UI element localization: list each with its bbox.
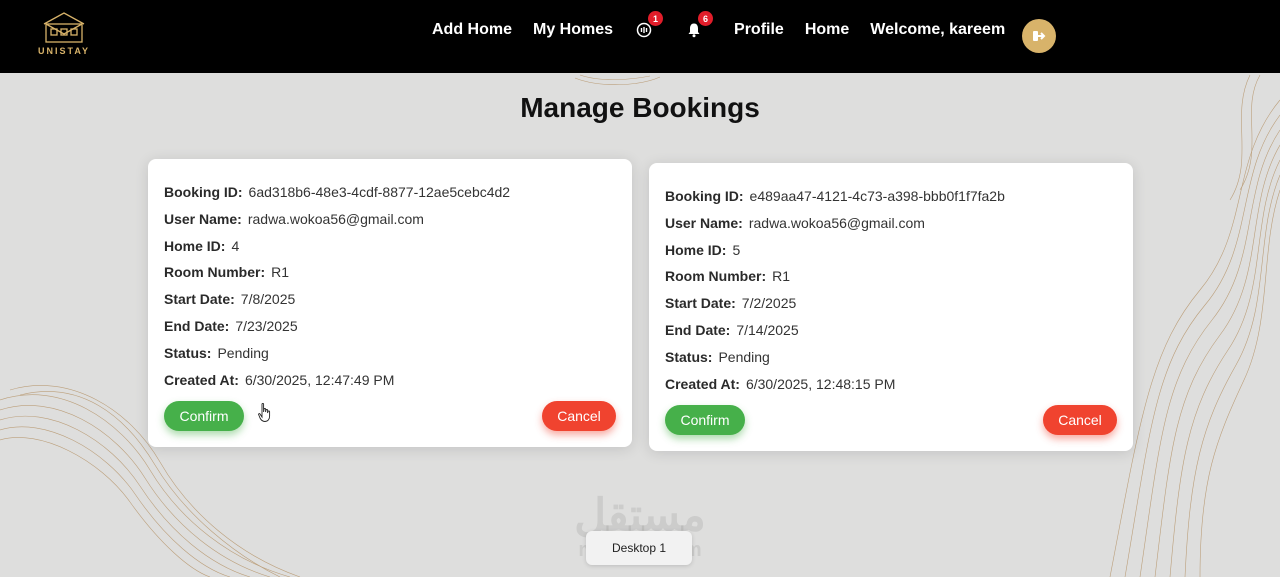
end-date-value: 7/14/2025 [736,321,799,338]
page-title: Manage Bookings [520,92,760,123]
start-date-value: 7/8/2025 [240,291,296,308]
booking-id-row: Booking ID: e489aa47-4121-4c73-a398-bbb0f… [665,187,1117,214]
confirm-button[interactable]: Confirm [665,405,745,435]
home-id-label: Home ID: [665,241,727,258]
status-label: Status: [665,348,713,365]
created-at-value: 6/30/2025, 12:48:15 PM [745,375,896,392]
end-date-label: End Date: [164,317,230,334]
room-number-label: Room Number: [665,268,767,285]
room-number-row: Room Number: R1 [665,267,1117,294]
booking-card: Booking ID: e489aa47-4121-4c73-a398-bbb0f… [649,163,1133,451]
nav-add-home[interactable]: Add Home [432,21,512,39]
status-row: Status: Pending [665,348,1117,375]
home-id-row: Home ID: 5 [665,241,1117,268]
end-date-row: End Date: 7/14/2025 [665,321,1117,348]
user-name-value: radwa.wokoa56@gmail.com [748,214,925,231]
start-date-row: Start Date: 7/2/2025 [665,294,1117,321]
home-id-value: 5 [732,241,741,258]
start-date-label: Start Date: [665,295,736,312]
created-at-label: Created At: [164,371,239,388]
user-name-label: User Name: [665,214,743,231]
house-logo-icon [43,12,85,43]
created-at-row: Created At: 6/30/2025, 12:48:15 PM [665,375,1117,402]
user-name-row: User Name: radwa.wokoa56@gmail.com [665,214,1117,241]
user-name-label: User Name: [164,210,242,227]
nav-my-homes[interactable]: My Homes [533,21,613,39]
status-value: Pending [217,344,269,361]
home-id-value: 4 [231,237,240,254]
room-number-value: R1 [772,268,791,285]
created-at-row: Created At: 6/30/2025, 12:47:49 PM [164,371,616,398]
brand-name: UNISTAY [37,46,90,56]
end-date-value: 7/23/2025 [235,317,298,334]
notifications-badge: 6 [698,11,714,26]
cancel-button[interactable]: Cancel [1043,405,1117,435]
nav-home[interactable]: Home [805,21,849,39]
booking-id-label: Booking ID: [164,184,243,200]
cancel-button[interactable]: Cancel [542,401,616,431]
user-name-row: User Name: radwa.wokoa56@gmail.com [164,210,616,237]
start-date-row: Start Date: 7/8/2025 [164,290,616,317]
logout-icon [1033,31,1046,41]
booking-card: Booking ID: 6ad318b6-48e3-4cdf-8877-12ae5… [148,159,632,447]
top-navbar: UNISTAY Add Home My Homes 1 6 Profile Ho… [0,0,1280,73]
confirm-button[interactable]: Confirm [164,401,244,431]
notifications-button[interactable]: 6 [684,11,714,40]
created-at-value: 6/30/2025, 12:47:49 PM [244,371,395,388]
welcome-text: Welcome, kareem [870,21,1006,38]
status-row: Status: Pending [164,344,616,371]
logout-button[interactable] [1022,19,1056,53]
brand-logo[interactable]: UNISTAY [36,10,92,62]
chat-icon [636,22,652,38]
booking-id-value: 6ad318b6-48e3-4cdf-8877-12ae5cebc4d2 [248,184,511,200]
booking-id-value: e489aa47-4121-4c73-a398-bbb0f1f7fa2b [749,188,1005,204]
end-date-row: End Date: 7/23/2025 [164,317,616,344]
nav-menu: Add Home My Homes 1 6 Profile Home Welco… [432,0,1026,60]
nav-profile[interactable]: Profile [734,21,784,39]
booking-id-row: Booking ID: 6ad318b6-48e3-4cdf-8877-12ae5… [164,183,616,210]
desktop-label: Desktop 1 [586,531,692,565]
chat-badge: 1 [648,11,664,26]
start-date-value: 7/2/2025 [741,295,797,312]
end-date-label: End Date: [665,321,731,338]
user-name-value: radwa.wokoa56@gmail.com [247,210,424,227]
booking-id-label: Booking ID: [665,188,744,204]
home-id-row: Home ID: 4 [164,237,616,264]
start-date-label: Start Date: [164,291,235,308]
room-number-row: Room Number: R1 [164,263,616,290]
status-label: Status: [164,344,212,361]
home-id-label: Home ID: [164,237,226,254]
chat-button[interactable]: 1 [634,11,664,40]
hand-pointer-icon [258,403,271,422]
bell-icon [688,23,700,38]
room-number-label: Room Number: [164,264,266,281]
status-value: Pending [718,348,770,365]
created-at-label: Created At: [665,375,740,392]
room-number-value: R1 [271,264,290,281]
